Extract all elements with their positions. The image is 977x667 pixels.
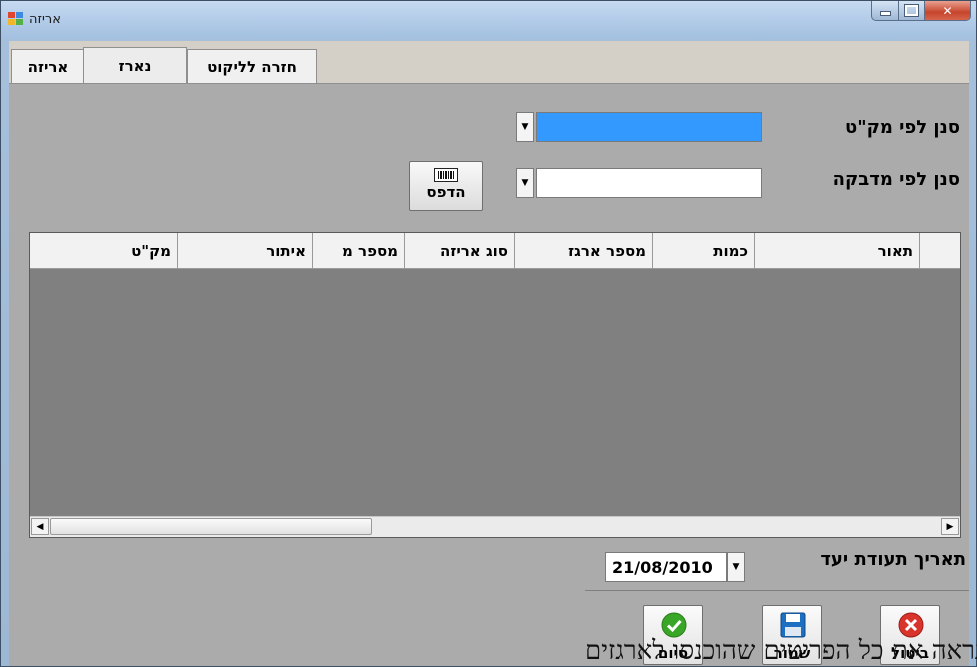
separator-line bbox=[585, 590, 969, 591]
checkmark-icon bbox=[661, 612, 687, 638]
filter-sticker-dropdown-button[interactable]: ▼ bbox=[516, 168, 534, 198]
tab-packing[interactable]: אריזה bbox=[11, 49, 85, 84]
floppy-disk-icon bbox=[780, 612, 806, 638]
print-button[interactable]: הדפס bbox=[409, 161, 483, 211]
scroll-right-arrow-icon[interactable]: ▶ bbox=[941, 518, 959, 535]
grid-col-quantity[interactable]: כמות bbox=[653, 233, 755, 268]
client-area: אריזה נארז חזרה לליקוט סנן לפי מק"ט ▼ סנ… bbox=[9, 41, 969, 666]
date-dropdown-button[interactable]: ▼ bbox=[727, 552, 745, 582]
maximize-button[interactable] bbox=[899, 1, 925, 21]
tab-packed[interactable]: נארז bbox=[83, 47, 187, 84]
close-button[interactable]: ✕ bbox=[925, 1, 971, 21]
close-icon: ✕ bbox=[942, 3, 953, 18]
app-icon bbox=[8, 12, 24, 26]
grid-col-package-type[interactable]: סוג אריזה bbox=[405, 233, 515, 268]
grid-header: מק"ט איתור מספר מ סוג אריזה מספר ארגז כמ… bbox=[30, 233, 960, 269]
filter-sku-dropdown-button[interactable]: ▼ bbox=[516, 112, 534, 142]
scrollbar-thumb[interactable] bbox=[50, 518, 372, 535]
title-bar[interactable]: אריזה ✕ bbox=[1, 1, 976, 39]
barcode-icon bbox=[434, 168, 458, 182]
grid-col-number-m[interactable]: מספר מ bbox=[313, 233, 405, 268]
grid-col-box-number[interactable]: מספר ארגז bbox=[515, 233, 653, 268]
overlay-caption: זה נראה את כל הפריטים שהוכנסו לארגזים bbox=[585, 636, 977, 666]
print-button-label: הדפס bbox=[426, 183, 466, 201]
cancel-x-icon bbox=[898, 612, 924, 638]
filter-sku-field[interactable] bbox=[536, 112, 762, 142]
minimize-icon bbox=[879, 11, 891, 16]
maximize-icon bbox=[904, 4, 919, 17]
grid-col-sku[interactable]: מק"ט bbox=[30, 233, 178, 268]
filter-sticker-label: סנן לפי מדבקה bbox=[832, 169, 960, 190]
grid-col-row-header bbox=[920, 233, 960, 268]
tab-panel-edge bbox=[9, 83, 969, 84]
date-picker-field[interactable]: 21/08/2010 bbox=[605, 552, 727, 582]
date-label: תאריך תעודת יעד bbox=[820, 549, 966, 570]
scroll-left-arrow-icon[interactable]: ◀ bbox=[31, 518, 49, 535]
grid-horizontal-scrollbar[interactable]: ◀ ▶ bbox=[30, 516, 960, 537]
grid-col-description[interactable]: תאור bbox=[755, 233, 920, 268]
application-window: אריזה ✕ אריזה נארז חזרה לליקוט סנן לפי מ… bbox=[0, 0, 977, 667]
filter-sku-label: סנן לפי מק"ט bbox=[844, 117, 960, 138]
window-title: אריזה bbox=[29, 12, 61, 27]
tab-return-to-picking[interactable]: חזרה לליקוט bbox=[187, 49, 317, 84]
packed-items-grid[interactable]: מק"ט איתור מספר מ סוג אריזה מספר ארגז כמ… bbox=[29, 232, 961, 538]
grid-col-location[interactable]: איתור bbox=[178, 233, 313, 268]
filter-sticker-field[interactable] bbox=[536, 168, 762, 198]
minimize-button[interactable] bbox=[871, 1, 899, 21]
tab-strip: אריזה נארז חזרה לליקוט bbox=[9, 41, 969, 84]
